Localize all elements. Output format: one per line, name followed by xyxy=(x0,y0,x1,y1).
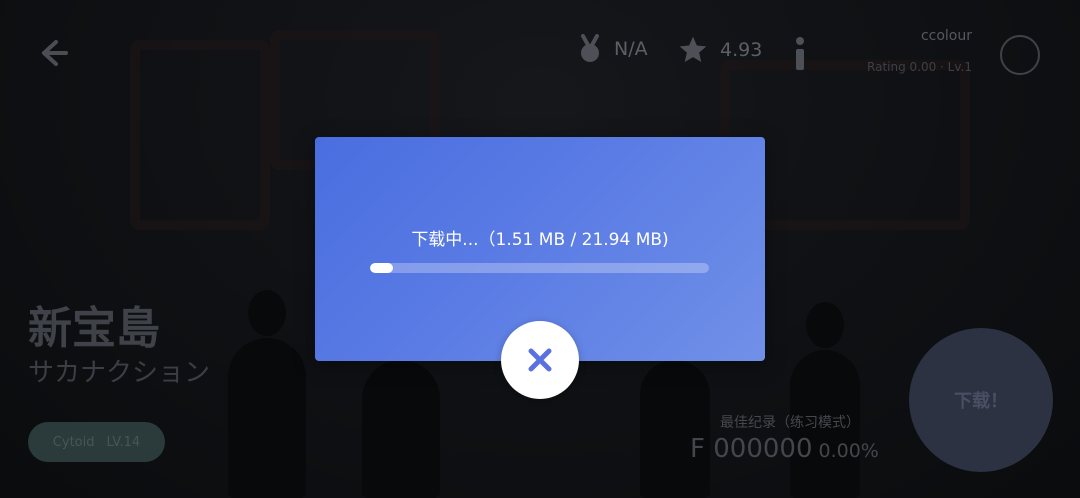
cancel-download-button[interactable] xyxy=(501,321,579,399)
medal-icon xyxy=(581,34,599,62)
score-text: 000000 xyxy=(713,434,813,464)
download-button[interactable]: 下载！ xyxy=(909,328,1053,472)
best-record-score: F 000000 0.00% xyxy=(690,434,879,464)
close-icon xyxy=(528,348,552,372)
rating-value: 4.93 xyxy=(720,39,763,61)
user-name: ccolour xyxy=(920,28,972,44)
star-icon xyxy=(679,36,707,62)
rank-value: N/A xyxy=(614,38,648,60)
download-status-text: 下载中...（1.51 MB / 21.94 MB) xyxy=(411,230,669,250)
avatar[interactable] xyxy=(1000,35,1040,75)
back-arrow-icon[interactable] xyxy=(36,36,70,70)
accuracy-text: 0.00% xyxy=(818,440,879,462)
chart-type-label: Cytoid xyxy=(52,434,95,450)
download-progress-fill xyxy=(370,263,394,273)
info-icon[interactable] xyxy=(790,36,810,72)
best-record-label: 最佳纪录（练习模式） xyxy=(720,415,860,431)
difficulty-badge[interactable]: Cytoid LV.14 xyxy=(28,422,165,462)
song-artist: サカナクション xyxy=(28,358,211,388)
download-progress-bar xyxy=(370,263,709,273)
song-title: 新宝島 xyxy=(28,303,160,354)
rating-stat: 4.93 xyxy=(676,34,762,66)
song-detail-screen: N/A 4.93 ccolour Rating 0.00 · Lv.1 新宝島 … xyxy=(0,0,1080,498)
level-label: LV.14 xyxy=(106,434,141,450)
download-button-label: 下载！ xyxy=(954,391,1008,412)
grade-text: F xyxy=(690,434,705,464)
rank-stat: N/A xyxy=(576,34,648,64)
user-rating-text: Rating 0.00 · Lv.1 xyxy=(867,60,972,74)
